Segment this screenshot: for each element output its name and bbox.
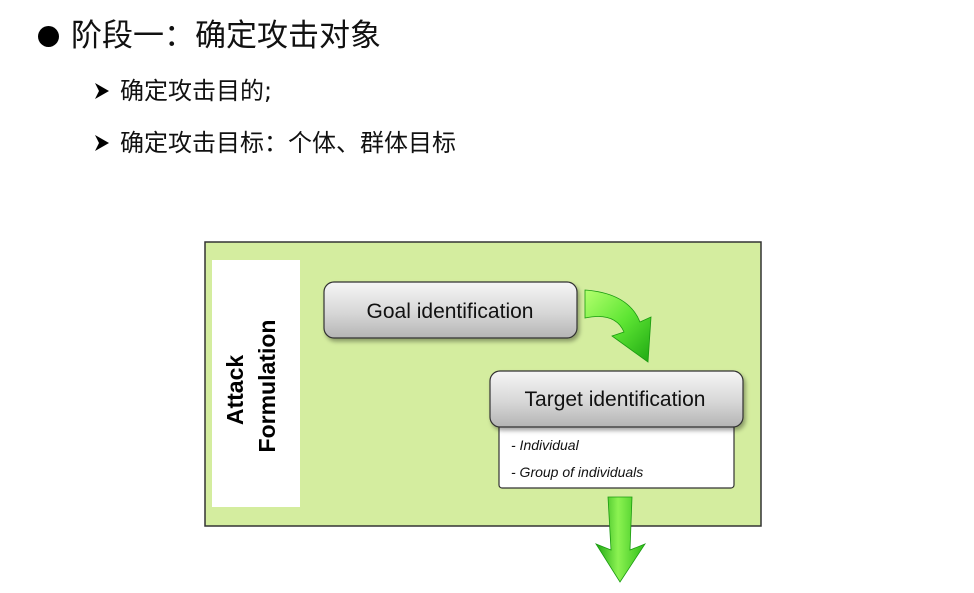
goal-identification-label: Goal identification xyxy=(367,300,534,323)
attack-formulation-diagram: Attack Formulation Goal identification -… xyxy=(204,241,762,583)
target-detail-group: - Group of individuals xyxy=(511,464,643,480)
side-label-attack: Attack xyxy=(222,355,248,426)
target-identification-label: Target identification xyxy=(525,388,706,411)
side-label-formulation: Formulation xyxy=(254,320,280,453)
target-detail-individual: - Individual xyxy=(511,437,580,453)
